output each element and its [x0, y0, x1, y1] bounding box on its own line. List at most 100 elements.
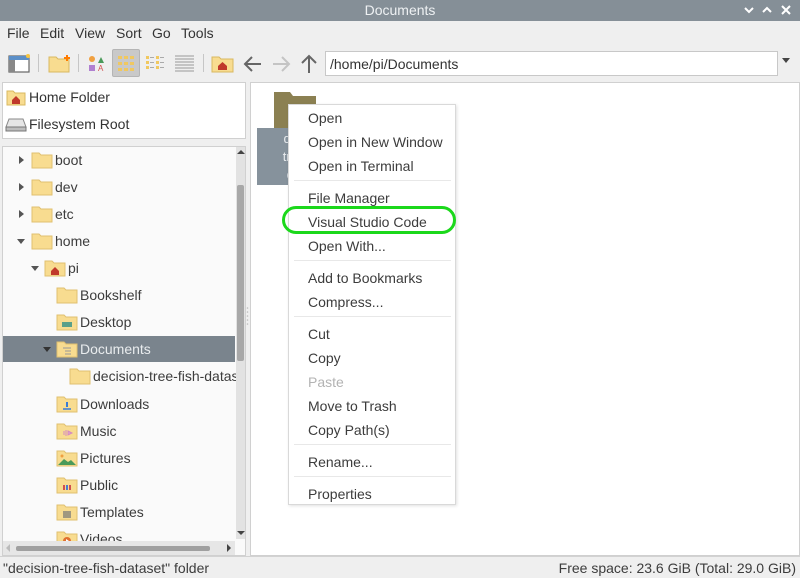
tree-item-label: Downloads — [80, 396, 150, 412]
scroll-right-arrow-icon[interactable] — [227, 544, 231, 552]
menu-item-copy[interactable]: Copy — [289, 346, 455, 369]
tree-item-etc[interactable]: etc — [3, 201, 235, 227]
menu-item-properties[interactable]: Properties — [289, 482, 455, 505]
desktop-folder-icon — [56, 314, 78, 331]
arrow-right-icon — [273, 56, 291, 72]
collapse-arrow-icon[interactable] — [43, 347, 51, 352]
compact-view-button[interactable] — [142, 49, 168, 77]
drive-icon — [5, 118, 27, 132]
forward-button[interactable] — [268, 49, 294, 77]
tree-item-label: home — [55, 233, 91, 249]
menu-bar: File Edit View Sort Go Tools — [0, 21, 800, 45]
pane-splitter-handle[interactable] — [246, 306, 249, 326]
places-panel: Home Folder Filesystem Root — [2, 82, 246, 139]
new-window-icon — [8, 54, 30, 73]
tree-horizontal-scroll-thumb[interactable] — [16, 546, 210, 551]
thumbnail-view-button[interactable] — [112, 49, 140, 77]
directory-tree: boot dev etc home pi Bookshelf Desktop D… — [2, 146, 246, 556]
svg-text:A: A — [98, 64, 104, 73]
templates-folder-icon — [56, 504, 78, 521]
collapse-arrow-icon[interactable] — [17, 239, 25, 244]
tree-item-bookshelf[interactable]: Bookshelf — [3, 282, 235, 308]
tree-item-label: Pictures — [80, 450, 131, 466]
folder-icon — [31, 152, 53, 169]
home-folder-icon — [44, 260, 66, 277]
music-folder-icon — [56, 423, 78, 440]
menu-item-open[interactable]: Open — [289, 106, 455, 129]
path-input[interactable]: /home/pi/Documents — [325, 51, 778, 76]
tree-item-home[interactable]: home — [3, 228, 235, 254]
menu-item-open-with[interactable]: Open With... — [289, 234, 455, 257]
tree-item-label: pi — [68, 260, 79, 276]
scroll-down-arrow-icon[interactable] — [237, 531, 245, 535]
collapse-arrow-icon[interactable] — [31, 266, 39, 271]
context-menu: Open Open in New Window Open in Terminal… — [288, 104, 456, 505]
menu-item-rename[interactable]: Rename... — [289, 450, 455, 473]
menu-item-compress[interactable]: Compress... — [289, 290, 455, 313]
tree-item-public[interactable]: Public — [3, 472, 235, 498]
menu-item-copy-paths[interactable]: Copy Path(s) — [289, 418, 455, 441]
scroll-up-arrow-icon[interactable] — [237, 150, 245, 154]
downloads-folder-icon — [56, 396, 78, 413]
close-button[interactable] — [777, 1, 795, 19]
tree-item-label: etc — [55, 206, 74, 222]
tree-item-pictures[interactable]: Pictures — [3, 445, 235, 471]
menu-view[interactable]: View — [75, 25, 105, 41]
menu-go[interactable]: Go — [152, 25, 171, 41]
chevron-down-icon — [744, 7, 754, 14]
maximize-button[interactable] — [758, 1, 776, 19]
place-label: Filesystem Root — [29, 116, 130, 132]
place-filesystem-root[interactable]: Filesystem Root — [3, 112, 245, 136]
toolbar-separator — [203, 54, 204, 72]
tree-vertical-scroll-thumb[interactable] — [237, 185, 244, 361]
tree-item-music[interactable]: Music — [3, 418, 235, 444]
tree-item-label: boot — [55, 152, 83, 168]
menu-item-open-in-terminal[interactable]: Open in Terminal — [289, 154, 455, 177]
tree-item-label: dev — [55, 179, 78, 195]
menu-separator — [294, 316, 451, 317]
tree-item-desktop[interactable]: Desktop — [3, 309, 235, 335]
menu-item-add-to-bookmarks[interactable]: Add to Bookmarks — [289, 266, 455, 289]
menu-item-move-to-trash[interactable]: Move to Trash — [289, 394, 455, 417]
tree-item-templates[interactable]: Templates — [3, 499, 235, 525]
status-bar: "decision-tree-fish-dataset" folder Free… — [0, 556, 800, 578]
path-history-dropdown-icon[interactable] — [782, 58, 790, 63]
scroll-left-arrow-icon[interactable] — [6, 544, 10, 552]
tree-item-downloads[interactable]: Downloads — [3, 391, 235, 417]
home-folder-icon — [6, 90, 26, 106]
detailed-list-view-button[interactable] — [172, 49, 198, 77]
menu-item-cut[interactable]: Cut — [289, 322, 455, 345]
folder-icon — [56, 287, 78, 304]
expand-arrow-icon[interactable] — [19, 183, 24, 191]
tree-item-decision-tree-fish-dataset[interactable]: decision-tree-fish-datas — [3, 363, 239, 389]
place-home-folder[interactable]: Home Folder — [3, 85, 245, 109]
menu-file[interactable]: File — [7, 25, 30, 41]
tree-item-dev[interactable]: dev — [3, 174, 235, 200]
detailed-list-view-icon — [175, 55, 194, 72]
new-folder-icon — [48, 55, 70, 73]
home-button[interactable] — [210, 49, 236, 77]
minimize-button[interactable] — [740, 1, 758, 19]
folder-icon — [31, 206, 53, 223]
tree-item-label: Public — [80, 477, 119, 493]
new-folder-button[interactable] — [46, 49, 72, 77]
back-button[interactable] — [240, 49, 266, 77]
tree-item-boot[interactable]: boot — [3, 147, 235, 173]
menu-tools[interactable]: Tools — [181, 25, 214, 41]
up-button[interactable] — [296, 49, 322, 77]
free-space-status: Free space: 23.6 GiB (Total: 29.0 GiB) — [558, 560, 796, 576]
menu-sort[interactable]: Sort — [116, 25, 142, 41]
highlight-annotation-ring — [282, 206, 456, 234]
expand-arrow-icon[interactable] — [19, 156, 24, 164]
toolbar-separator — [38, 54, 39, 72]
tree-item-pi[interactable]: pi — [3, 255, 235, 281]
menu-separator — [294, 180, 451, 181]
menu-separator — [294, 444, 451, 445]
menu-edit[interactable]: Edit — [40, 25, 64, 41]
tree-item-documents[interactable]: Documents — [3, 336, 235, 362]
new-window-button[interactable] — [6, 49, 32, 77]
menu-item-open-in-new-window[interactable]: Open in New Window — [289, 130, 455, 153]
icon-view-button[interactable]: A — [84, 49, 110, 77]
expand-arrow-icon[interactable] — [19, 210, 24, 218]
place-label: Home Folder — [29, 89, 110, 105]
